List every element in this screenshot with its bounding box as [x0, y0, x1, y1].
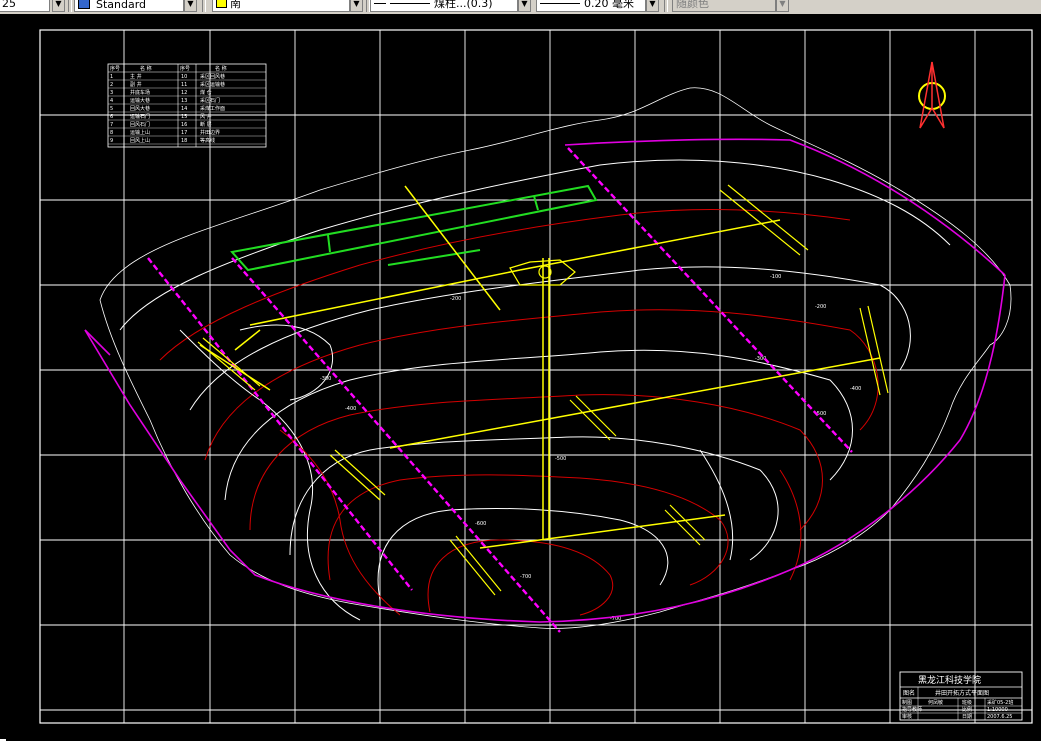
contour-label: -400 — [850, 386, 861, 392]
legend-cell: 8 — [110, 130, 113, 136]
title-block-cell: 日期 — [962, 714, 972, 720]
legend-cell: 断 层 — [200, 121, 212, 128]
legend-cell: 17 — [181, 130, 187, 136]
linetype-combo[interactable]: 煤柱...(0.3) — [370, 0, 518, 12]
legend-cell: 井田边界 — [200, 129, 220, 136]
lineweight-value: 0.20 毫米 — [584, 0, 634, 10]
legend-cell: 3 — [110, 90, 113, 96]
linetype-preview-icon — [374, 3, 386, 4]
contour-label: -200 — [815, 304, 826, 310]
linetype-dropdown-button[interactable]: ▼ — [518, 0, 531, 12]
title-block-label: 图名 — [903, 689, 915, 697]
legend-cell: 运输大巷 — [130, 97, 150, 104]
legend-cell: 回风上山 — [130, 137, 150, 144]
legend-cell: 15 — [181, 114, 187, 120]
title-block-cell: 指导教师 — [902, 706, 922, 713]
dimension-style-icon — [78, 0, 90, 9]
legend-cell: 运输上山 — [130, 129, 150, 136]
layer-value: 南 — [230, 0, 241, 10]
legend-cell: 11 — [181, 82, 187, 88]
title-block-cell: 比例 — [962, 706, 972, 713]
plot-style-value: 随颜色 — [676, 0, 709, 10]
legend-cell: 4 — [110, 98, 113, 104]
legend-cell: 等高线 — [200, 137, 215, 144]
legend-header-cell: 序号 — [180, 65, 190, 72]
contour-label: -700 — [520, 574, 531, 580]
contour-label: -600 — [475, 521, 486, 527]
title-block-institution: 黑龙江科技学院 — [918, 674, 981, 686]
text-style-value: 25 — [2, 0, 16, 10]
title-block-cell: 班级 — [962, 699, 972, 706]
legend-header-cell: 名 称 — [140, 65, 152, 72]
legend-cell: 采煤工作面 — [200, 105, 225, 112]
lineweight-combo[interactable]: 0.20 毫米 — [536, 0, 646, 12]
text-style-dropdown-button[interactable]: ▼ — [52, 0, 65, 12]
title-block-cell: 2007.6.25 — [987, 714, 1012, 720]
toolbar-separator — [664, 0, 668, 12]
layer-combo[interactable]: 南 — [212, 0, 350, 12]
plot-style-combo[interactable]: 随颜色 — [672, 0, 776, 12]
legend-header-cell: 序号 — [110, 65, 120, 72]
legend-cell: 副 井 — [130, 81, 142, 88]
legend-cell: 运输石门 — [130, 113, 150, 120]
legend-cell: 煤 仓 — [200, 89, 212, 96]
drawing-canvas[interactable]: -100 -200 -300 -400 -500 -300 -400 -500 … — [0, 14, 1041, 741]
contour-label: -200 — [450, 296, 461, 302]
legend-cell: 回风大巷 — [130, 105, 150, 112]
legend-cell: 风 井 — [200, 113, 212, 120]
linetype-value: 煤柱...(0.3) — [434, 0, 493, 10]
toolbar-separator — [68, 0, 72, 12]
lineweight-preview-icon — [540, 3, 580, 4]
legend-cell: 18 — [181, 138, 187, 144]
contour-label: -100 — [770, 274, 781, 280]
legend-cell: 9 — [110, 138, 113, 144]
dim-style-value: Standard — [96, 0, 147, 11]
title-block-cell: 1:10000 — [987, 707, 1008, 713]
title-block-cell: 制图 — [902, 699, 912, 706]
dim-style-combo[interactable]: Standard — [74, 0, 184, 12]
contour-label: -300 — [320, 376, 331, 382]
legend-cell: 10 — [181, 74, 187, 80]
legend-cell: 5 — [110, 106, 113, 112]
title-block-cell: 何凤敏 — [928, 699, 943, 706]
contour-label: -400 — [345, 406, 356, 412]
legend-cell: 2 — [110, 82, 113, 88]
title-block-drawing-name: 井田开拓方式平面图 — [935, 689, 989, 697]
toolbar: 25 ▼ Standard ▼ 南 ▼ 煤柱...(0.3) ▼ 0.20 毫米… — [0, 0, 1041, 15]
toolbar-separator — [202, 0, 206, 12]
legend-cell: 6 — [110, 114, 113, 120]
legend-cell: 12 — [181, 90, 187, 96]
legend-header-cell: 名 称 — [215, 65, 227, 72]
legend-cell: 7 — [110, 122, 113, 128]
lineweight-dropdown-button[interactable]: ▼ — [646, 0, 659, 12]
title-block-cell: 采矿05-2班 — [987, 699, 1013, 706]
legend-cell: 井底车场 — [130, 89, 150, 96]
legend-cell: 主 井 — [130, 73, 142, 80]
legend-cell: 采区运输巷 — [200, 81, 225, 88]
contour-label: -500 — [555, 456, 566, 462]
legend-cell: 采区石门 — [200, 97, 220, 104]
legend-cell: 采区回风巷 — [200, 73, 225, 80]
plot-style-dropdown-button[interactable]: ▼ — [776, 0, 789, 12]
layer-color-swatch-icon — [216, 0, 227, 8]
title-block-cell: 审核 — [902, 713, 912, 720]
legend-cell: 14 — [181, 106, 187, 112]
legend-cell: 16 — [181, 122, 187, 128]
text-style-combo[interactable]: 25 — [0, 0, 50, 12]
layer-dropdown-button[interactable]: ▼ — [350, 0, 363, 12]
legend-cell: 1 — [110, 74, 113, 80]
dim-style-dropdown-button[interactable]: ▼ — [184, 0, 197, 12]
linetype-preview-icon — [390, 3, 430, 4]
legend-cell: 13 — [181, 98, 187, 104]
legend-cell: 回风石门 — [130, 121, 150, 128]
